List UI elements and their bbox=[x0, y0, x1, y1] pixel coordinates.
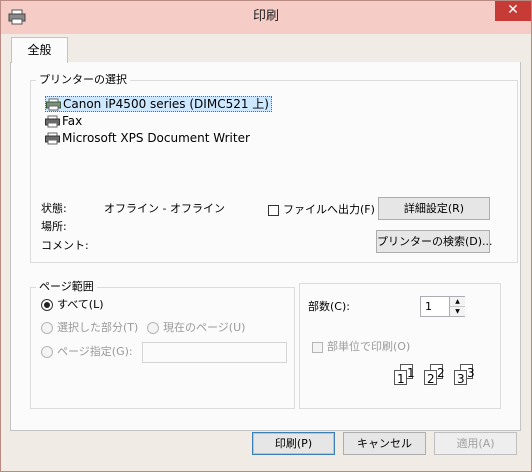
selection-radio[interactable] bbox=[41, 322, 53, 334]
print-to-file-checkbox[interactable] bbox=[268, 205, 279, 216]
close-button[interactable]: ✕ bbox=[495, 0, 531, 21]
fax-printer-icon bbox=[45, 115, 60, 128]
all-pages-radio[interactable] bbox=[41, 299, 53, 311]
collate-page-label: 2 bbox=[437, 366, 445, 380]
printer-selection-title: プリンターの選択 bbox=[36, 73, 130, 87]
collate-page-label: 1 bbox=[407, 366, 415, 380]
printer-item-canon[interactable]: Canon iP4500 series (DIMC521 上) bbox=[45, 96, 272, 112]
all-pages-label[interactable]: すべて(L) bbox=[57, 298, 104, 312]
copies-stepper[interactable]: ▲ ▼ bbox=[449, 297, 465, 316]
chevron-down-icon[interactable]: ▼ bbox=[450, 307, 465, 316]
printer-name: Canon iP4500 series (DIMC521 上) bbox=[63, 97, 269, 111]
collate-label[interactable]: 部単位で印刷(O) bbox=[327, 340, 410, 354]
pages-input[interactable] bbox=[142, 342, 287, 363]
current-page-label[interactable]: 現在のページ(U) bbox=[163, 321, 245, 335]
collate-page-label: 3 bbox=[467, 366, 475, 380]
apply-button[interactable]: 適用(A) bbox=[434, 432, 517, 455]
collate-page-label: 2 bbox=[427, 372, 435, 386]
copies-label: 部数(C): bbox=[308, 300, 350, 313]
copies-value: 1 bbox=[425, 300, 432, 313]
collate-page-label: 1 bbox=[397, 372, 405, 386]
printer-icon bbox=[45, 132, 60, 145]
selection-label[interactable]: 選択した部分(T) bbox=[57, 321, 138, 335]
print-button[interactable]: 印刷(P) bbox=[252, 432, 335, 455]
printer-item-xps[interactable]: Microsoft XPS Document Writer bbox=[45, 130, 250, 146]
status-label: 状態: bbox=[41, 202, 67, 215]
printer-name: Microsoft XPS Document Writer bbox=[62, 131, 250, 145]
comment-label: コメント: bbox=[41, 239, 89, 252]
printer-item-fax[interactable]: Fax bbox=[45, 113, 82, 129]
pages-radio[interactable] bbox=[41, 346, 53, 358]
chevron-up-icon[interactable]: ▲ bbox=[450, 297, 465, 307]
find-printer-button[interactable]: プリンターの検索(D)... bbox=[376, 230, 493, 253]
pages-label[interactable]: ページ指定(G): bbox=[57, 345, 133, 359]
collate-checkbox[interactable] bbox=[312, 342, 323, 353]
collate-page-label: 3 bbox=[457, 372, 465, 386]
printer-name: Fax bbox=[62, 114, 83, 128]
page-range-title: ページ範囲 bbox=[36, 280, 97, 294]
printer-icon bbox=[46, 98, 61, 111]
status-value: オフライン - オフライン bbox=[104, 202, 225, 215]
window-title: 印刷 bbox=[252, 9, 279, 24]
location-label: 場所: bbox=[41, 220, 67, 233]
current-page-radio[interactable] bbox=[147, 322, 159, 334]
print-to-file-label[interactable]: ファイルへ出力(F) bbox=[283, 203, 375, 217]
tab-general[interactable]: 全般 bbox=[11, 37, 68, 63]
preferences-button[interactable]: 詳細設定(R) bbox=[378, 197, 490, 220]
cancel-button[interactable]: キャンセル bbox=[343, 432, 426, 455]
collate-illustration: 1 1 2 2 3 3 bbox=[392, 362, 492, 392]
